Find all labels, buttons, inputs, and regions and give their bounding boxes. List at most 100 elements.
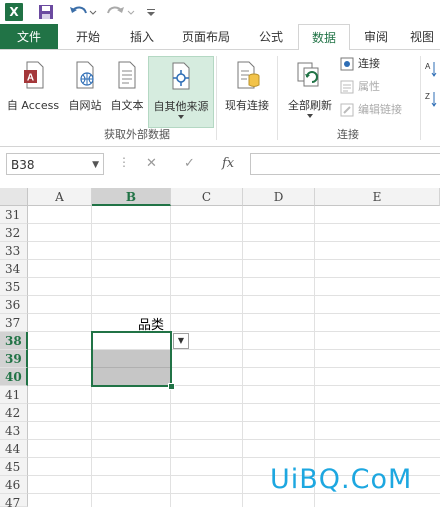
gridline — [28, 277, 440, 278]
gridline — [28, 457, 440, 458]
from-access-button[interactable]: A 自 Access — [4, 56, 62, 124]
column-header-d[interactable]: D — [243, 188, 315, 206]
gridline — [314, 206, 315, 507]
row-header[interactable]: 37 — [0, 314, 28, 332]
from-text-button[interactable]: 自文本 — [107, 56, 147, 124]
fill-handle[interactable] — [168, 383, 175, 390]
row-header[interactable]: 47 — [0, 494, 28, 510]
sort-ascending-icon: A — [425, 62, 437, 77]
row-header[interactable]: 34 — [0, 260, 28, 278]
gridline — [28, 421, 440, 422]
access-icon: A — [24, 61, 44, 89]
gridline — [28, 241, 440, 242]
undo-icon[interactable] — [68, 3, 98, 21]
connections-button[interactable]: 连接 — [340, 54, 380, 74]
row-header[interactable]: 36 — [0, 296, 28, 314]
svg-text:Z: Z — [425, 92, 430, 101]
row-header[interactable]: 31 — [0, 206, 28, 224]
save-icon[interactable] — [38, 3, 54, 21]
excel-logo-icon: X — [5, 3, 23, 21]
row-header[interactable]: 46 — [0, 476, 28, 494]
column-header-a[interactable]: A — [28, 188, 92, 206]
name-box[interactable]: B38 ▼ — [6, 153, 104, 175]
existing-connections-icon — [237, 61, 260, 89]
connections-icon — [340, 57, 354, 71]
sort-ascending-button[interactable]: A — [424, 60, 438, 80]
edit-links-button[interactable]: 编辑链接 — [340, 100, 402, 120]
chevron-down-icon[interactable]: ▼ — [92, 154, 99, 176]
row-header[interactable]: 35 — [0, 278, 28, 296]
more-options-icon[interactable]: ⋮ — [118, 155, 130, 169]
tab-home[interactable]: 开始 — [60, 24, 116, 50]
selected-range[interactable] — [91, 331, 172, 387]
ribbon-panel: A 自 Access 自网站 自文本 自其他来源 获取外部数据 现有连接 全部刷… — [0, 50, 440, 147]
sort-descending-button[interactable]: Z — [424, 90, 438, 110]
gridline — [28, 349, 440, 350]
tab-file[interactable]: 文件 — [0, 24, 58, 50]
gridline — [242, 206, 243, 507]
other-sources-icon — [172, 62, 190, 90]
from-web-label: 自网站 — [68, 99, 102, 112]
row-header[interactable]: 41 — [0, 386, 28, 404]
tab-review[interactable]: 审阅 — [352, 24, 400, 50]
existing-connections-button[interactable]: 现有连接 — [220, 56, 274, 124]
gridline — [28, 439, 440, 440]
group-separator — [277, 56, 278, 140]
properties-icon — [340, 80, 354, 94]
edit-links-label: 编辑链接 — [358, 103, 402, 116]
row-header-selected[interactable]: 40 — [0, 368, 28, 386]
refresh-all-button[interactable]: 全部刷新 — [282, 56, 338, 124]
gridline — [28, 313, 440, 314]
group-separator — [420, 56, 421, 140]
row-header[interactable]: 45 — [0, 458, 28, 476]
group-separator — [216, 56, 217, 140]
existing-connections-label: 现有连接 — [225, 99, 269, 112]
external-data-group-label: 获取外部数据 — [104, 128, 170, 141]
from-text-label: 自文本 — [110, 99, 144, 112]
enter-icon[interactable]: ✓ — [184, 153, 195, 175]
cancel-icon[interactable]: ✕ — [146, 153, 157, 175]
tab-data[interactable]: 数据 — [298, 24, 350, 51]
refresh-all-icon — [297, 62, 319, 87]
row-header[interactable]: 33 — [0, 242, 28, 260]
connections-group-label: 连接 — [337, 128, 359, 141]
row-header-selected[interactable]: 39 — [0, 350, 28, 368]
gridline — [28, 295, 440, 296]
formula-bar: B38 ▼ ⋮ ✕ ✓ fx — [0, 147, 440, 187]
formula-input[interactable] — [250, 153, 440, 175]
redo-icon[interactable] — [106, 3, 136, 21]
quick-access-toolbar: X — [0, 0, 440, 24]
insert-function-icon[interactable]: fx — [222, 153, 234, 175]
column-header-e[interactable]: E — [315, 188, 440, 206]
worksheet-grid: A B C D E 31 32 33 34 35 36 37 38 39 40 … — [0, 188, 440, 510]
gridline — [28, 223, 440, 224]
tab-page-layout[interactable]: 页面布局 — [168, 24, 244, 50]
validation-dropdown-button[interactable]: ▼ — [173, 333, 189, 349]
properties-button[interactable]: 属性 — [340, 77, 380, 97]
tab-formulas[interactable]: 公式 — [246, 24, 296, 50]
row-header[interactable]: 32 — [0, 224, 28, 242]
tab-view[interactable]: 视图 — [404, 24, 440, 50]
gridline — [28, 385, 440, 386]
refresh-all-label: 全部刷新 — [288, 99, 332, 112]
customize-toolbar-icon[interactable] — [146, 3, 156, 21]
row-header[interactable]: 42 — [0, 404, 28, 422]
row-header-selected[interactable]: 38 — [0, 332, 28, 350]
from-other-sources-button[interactable]: 自其他来源 — [148, 56, 214, 128]
gridline — [28, 331, 440, 332]
from-other-sources-label: 自其他来源 — [153, 100, 209, 113]
web-icon — [76, 61, 94, 89]
tab-insert[interactable]: 插入 — [118, 24, 166, 50]
from-access-label: 自 Access — [6, 99, 60, 112]
from-web-button[interactable]: 自网站 — [64, 56, 106, 124]
gridline — [28, 367, 440, 368]
column-header-c[interactable]: C — [171, 188, 243, 206]
row-header[interactable]: 43 — [0, 422, 28, 440]
column-header-b[interactable]: B — [92, 188, 171, 206]
connections-label: 连接 — [358, 57, 380, 70]
gridline — [28, 259, 440, 260]
row-header[interactable]: 44 — [0, 440, 28, 458]
name-box-value: B38 — [11, 158, 35, 172]
properties-label: 属性 — [358, 80, 380, 93]
select-all-corner[interactable] — [0, 188, 28, 206]
